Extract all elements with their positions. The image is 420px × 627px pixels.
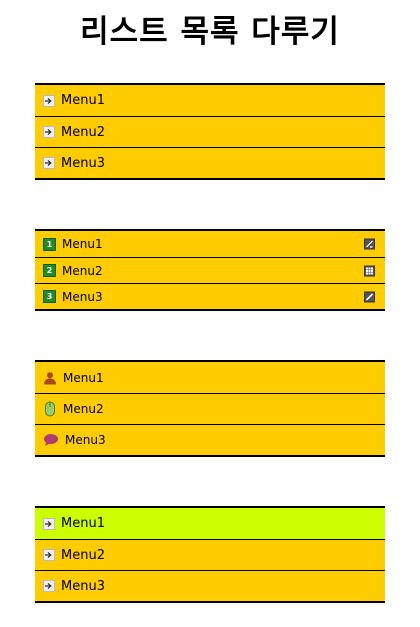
number-badge: 3 [43, 290, 56, 303]
page-title: 리스트 목록 다루기 [80, 14, 340, 50]
menu-list-active: Menu1 Menu2 Menu3 [35, 506, 385, 603]
list-item[interactable]: Menu2 [35, 393, 385, 424]
arrow-right-icon [43, 549, 55, 561]
list-item-label: Menu1 [61, 516, 105, 531]
list-item-label: Menu3 [65, 433, 106, 447]
list-item[interactable]: Menu3 [35, 424, 385, 455]
list-item-label: Menu3 [62, 289, 103, 304]
mouse-icon [43, 401, 57, 417]
menu-list-numbered: 1 Menu1 2 Menu2 3 Menu3 [35, 229, 385, 311]
list-item-label: Menu2 [61, 124, 105, 140]
list-item[interactable]: Menu3 [35, 570, 385, 601]
arrow-right-icon [43, 580, 55, 592]
list-item-label: Menu2 [63, 402, 104, 416]
list-item[interactable]: 2 Menu2 [35, 257, 385, 283]
arrow-right-icon [43, 94, 55, 107]
list-item-active[interactable]: Menu1 [35, 508, 385, 539]
list-item[interactable]: 3 Menu3 [35, 283, 385, 309]
list-item[interactable]: Menu1 [35, 362, 385, 393]
list-item-label: Menu1 [62, 237, 103, 251]
arrow-right-icon [43, 157, 55, 169]
list-item-label: Menu2 [61, 547, 105, 563]
user-icon [43, 371, 57, 385]
list-item[interactable]: Menu3 [35, 147, 385, 178]
number-badge: 1 [43, 237, 56, 251]
list-item-label: Menu3 [61, 155, 105, 171]
arrow-right-icon [43, 517, 55, 530]
arrow-right-icon [43, 126, 55, 138]
menu-list-arrow: Menu1 Menu2 Menu3 [35, 83, 385, 180]
list-item-label: Menu2 [62, 263, 103, 278]
menu-list-icons: Menu1 Menu2 Menu3 [35, 360, 385, 457]
list-item-label: Menu1 [63, 370, 104, 385]
list-item[interactable]: Menu2 [35, 116, 385, 147]
list-item[interactable]: 1 Menu1 [35, 231, 385, 257]
number-badge: 2 [43, 264, 56, 277]
list-item-label: Menu3 [61, 578, 105, 594]
list-item-label: Menu1 [61, 93, 105, 108]
pencil-icon[interactable] [364, 291, 375, 302]
edit-icon[interactable] [364, 238, 375, 250]
list-item[interactable]: Menu2 [35, 539, 385, 570]
speech-bubble-icon [43, 433, 59, 447]
list-item[interactable]: Menu1 [35, 85, 385, 116]
grid-icon[interactable] [364, 265, 375, 276]
